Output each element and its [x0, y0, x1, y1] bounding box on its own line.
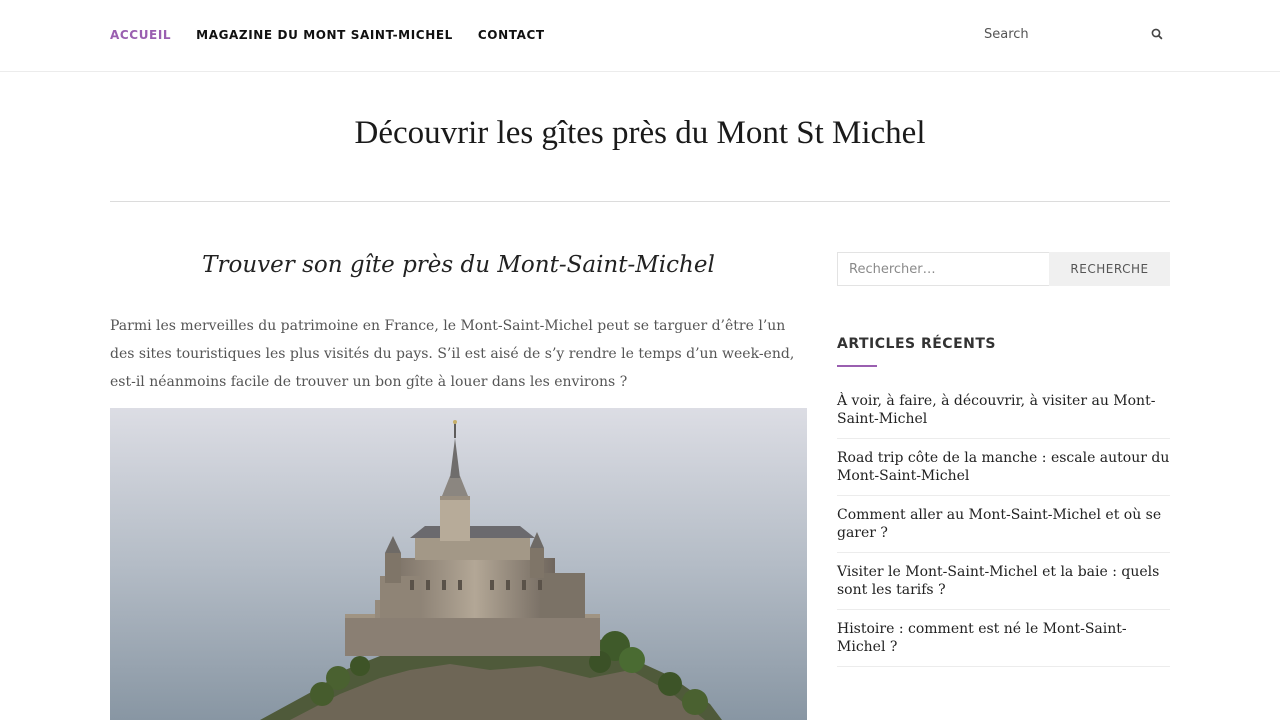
main-nav: ACCUEIL MAGAZINE DU MONT SAINT-MICHEL CO…: [110, 28, 545, 42]
site-header: ACCUEIL MAGAZINE DU MONT SAINT-MICHEL CO…: [0, 0, 1280, 72]
article: Trouver son gîte près du Mont-Saint-Mich…: [110, 248, 807, 396]
recent-article-link[interactable]: Histoire : comment est né le Mont-Saint-…: [837, 620, 1170, 656]
list-item: Histoire : comment est né le Mont-Saint-…: [837, 620, 1170, 667]
header-search-input[interactable]: [976, 22, 1146, 46]
header-search: [976, 22, 1170, 46]
article-title: Trouver son gîte près du Mont-Saint-Mich…: [202, 252, 715, 278]
nav-item-accueil[interactable]: ACCUEIL: [110, 28, 171, 42]
recent-article-link[interactable]: Comment aller au Mont-Saint-Michel et où…: [837, 506, 1170, 542]
list-item: Visiter le Mont-Saint-Michel et la baie …: [837, 563, 1170, 610]
nav-item-magazine[interactable]: MAGAZINE DU MONT SAINT-MICHEL: [196, 28, 453, 42]
sidebar-search-button[interactable]: RECHERCHE: [1049, 252, 1170, 286]
recent-articles-list: À voir, à faire, à découvrir, à visiter …: [837, 392, 1170, 667]
page-title: Découvrir les gîtes près du Mont St Mich…: [354, 115, 926, 151]
recent-article-link[interactable]: Road trip côte de la manche : escale aut…: [837, 449, 1170, 485]
article-intro: Parmi les merveilles du patrimoine en Fr…: [110, 318, 795, 390]
recent-articles-title: ARTICLES RÉCENTS: [837, 336, 996, 352]
recent-article-link[interactable]: Visiter le Mont-Saint-Michel et la baie …: [837, 563, 1170, 599]
title-divider: [110, 201, 1170, 202]
list-item: À voir, à faire, à découvrir, à visiter …: [837, 392, 1170, 439]
list-item: Comment aller au Mont-Saint-Michel et où…: [837, 506, 1170, 553]
sidebar: RECHERCHE ARTICLES RÉCENTS À voir, à fai…: [837, 252, 1170, 677]
recent-article-link[interactable]: À voir, à faire, à découvrir, à visiter …: [837, 392, 1170, 428]
list-item: Road trip côte de la manche : escale aut…: [837, 449, 1170, 496]
mont-saint-michel-photo: [110, 408, 807, 720]
search-icon[interactable]: [1149, 26, 1165, 42]
recent-articles-underline: [837, 365, 877, 367]
sidebar-search: RECHERCHE: [837, 252, 1170, 286]
sidebar-search-input[interactable]: [837, 252, 1049, 286]
nav-item-contact[interactable]: CONTACT: [478, 28, 545, 42]
